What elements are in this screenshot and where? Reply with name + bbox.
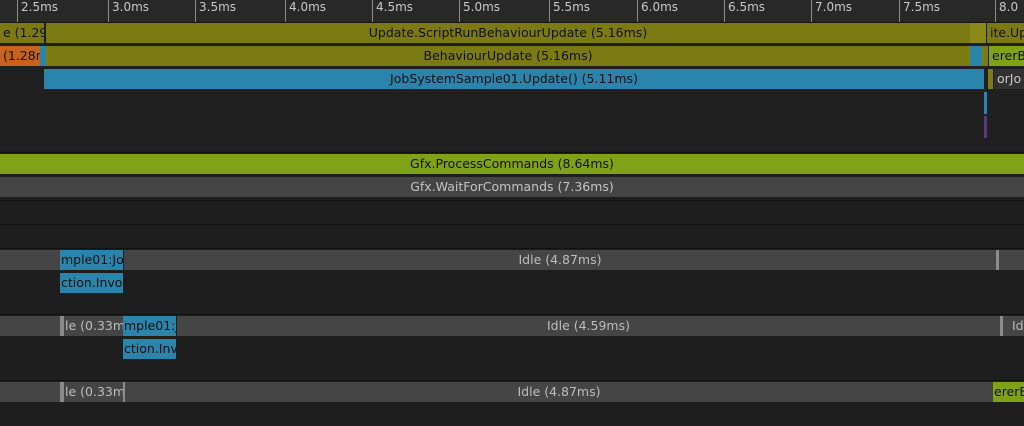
ruler-tick (285, 0, 286, 22)
ruler-tick-label: 7.5ms (903, 0, 941, 14)
olive-sliver[interactable] (982, 46, 988, 66)
bar-label: mple01:Jo (61, 252, 123, 267)
ruler-tick (995, 0, 996, 22)
idle-bar[interactable] (999, 250, 1024, 270)
right-script-run-bar[interactable]: ite.Up (987, 23, 1024, 43)
bar-label: orJo (997, 71, 1022, 86)
idle-bar[interactable] (0, 316, 60, 336)
tiny-job-marker[interactable] (984, 116, 987, 138)
bar-label: le (0.33m (65, 384, 123, 399)
ruler-tick-label: 4.0ms (289, 0, 327, 14)
ruler-tick (899, 0, 900, 22)
ruler-tick (108, 0, 109, 22)
track-separator (0, 314, 1024, 315)
idle-bar[interactable]: Idle (4.87ms) (125, 382, 993, 402)
track-separator (0, 152, 1024, 153)
bar-label: e (1.29 (3, 25, 44, 40)
ruler-tick (17, 0, 18, 22)
left-script-run-bar[interactable]: e (1.29 (0, 23, 44, 43)
timeline-ruler[interactable]: 2.5ms 3.0ms 3.5ms 4.0ms 4.5ms 5.0ms 5.5m… (0, 0, 1024, 23)
bar-label: mple01:J (124, 318, 176, 333)
gfx-wait-for-commands-bar[interactable]: Gfx.WaitForCommands (7.36ms) (0, 177, 1024, 197)
ruler-tick-label: 8.0 (999, 0, 1019, 14)
ruler-tick-label: 2.5ms (21, 0, 59, 14)
tiny-job-marker[interactable] (984, 92, 987, 114)
job-sample-bar[interactable]: mple01:Jo (60, 250, 123, 270)
job-system-update-bar[interactable]: JobSystemSample01.Update() (5.11ms) (44, 69, 984, 89)
left-behaviour-update-bar[interactable]: (1.28r (0, 46, 40, 66)
track-separator (0, 248, 1024, 249)
blue-sliver[interactable] (970, 46, 982, 66)
bar-label: Update.ScriptRunBehaviourUpdate (5.16ms) (368, 25, 648, 40)
idle-bar[interactable]: Idle (4.87ms) (124, 250, 996, 270)
script-run-sliver[interactable] (970, 23, 986, 43)
idle-bar[interactable]: Id (1003, 316, 1024, 336)
ruler-tick-label: 3.5ms (199, 0, 237, 14)
gfx-process-commands-bar[interactable]: Gfx.ProcessCommands (8.64ms) (0, 154, 1024, 174)
ruler-tick (372, 0, 373, 22)
bar-label: le (0.33m (65, 318, 123, 333)
olive-sliver[interactable] (988, 69, 993, 89)
bar-label: Idle (4.59ms) (546, 318, 631, 333)
ruler-tick (459, 0, 460, 22)
bar-label: Gfx.WaitForCommands (7.36ms) (410, 179, 614, 194)
ruler-tick-label: 6.5ms (728, 0, 766, 14)
idle-bar[interactable] (0, 382, 60, 402)
bar-label: ererB (992, 48, 1024, 63)
bar-label: ererB (994, 384, 1024, 399)
track-separator (0, 200, 1024, 201)
bar-label: Idle (4.87ms) (518, 252, 602, 267)
script-run-behaviour-update-bar[interactable]: Update.ScriptRunBehaviourUpdate (5.16ms) (46, 23, 970, 43)
behaviour-update-bar[interactable]: BehaviourUpdate (5.16ms) (46, 46, 970, 66)
ruler-tick-label: 4.5ms (376, 0, 414, 14)
ruler-tick (637, 0, 638, 22)
job-action-invoke-bar[interactable]: ction.Invo (60, 273, 123, 293)
idle-bar[interactable] (0, 250, 60, 270)
ruler-tick (549, 0, 550, 22)
ruler-tick-label: 7.0ms (815, 0, 853, 14)
right-renderer-bar[interactable]: ererB (993, 382, 1024, 402)
track-separator (0, 224, 1024, 225)
right-job-bar[interactable]: orJo (994, 69, 1024, 89)
ruler-tick-label: 5.5ms (553, 0, 591, 14)
right-renderer-bar[interactable]: ererB (989, 46, 1024, 66)
bar-label: Gfx.ProcessCommands (8.64ms) (410, 156, 614, 171)
idle-short-bar[interactable]: le (0.33m (64, 316, 123, 336)
ruler-tick-label: 5.0ms (463, 0, 501, 14)
ruler-tick (195, 0, 196, 22)
ruler-tick (724, 0, 725, 22)
bar-label: BehaviourUpdate (5.16ms) (423, 48, 593, 63)
bar-label: Idle (4.87ms) (517, 384, 601, 399)
bar-label: JobSystemSample01.Update() (5.11ms) (390, 71, 638, 86)
idle-short-bar[interactable]: le (0.33m (64, 382, 123, 402)
ruler-tick-label: 3.0ms (112, 0, 150, 14)
bar-label: ite.Up (990, 25, 1024, 40)
bar-label: Id (1012, 318, 1024, 333)
bar-label: ction.Inv (124, 341, 176, 356)
bar-label: ction.Invo (61, 275, 123, 290)
job-sample-bar[interactable]: mple01:J (123, 316, 176, 336)
ruler-tick (811, 0, 812, 22)
track-separator (0, 380, 1024, 381)
idle-bar[interactable]: Idle (4.59ms) (177, 316, 1000, 336)
bar-label: (1.28r (3, 48, 40, 63)
ruler-tick-label: 6.0ms (641, 0, 679, 14)
job-action-invoke-bar[interactable]: ction.Inv (123, 339, 176, 359)
